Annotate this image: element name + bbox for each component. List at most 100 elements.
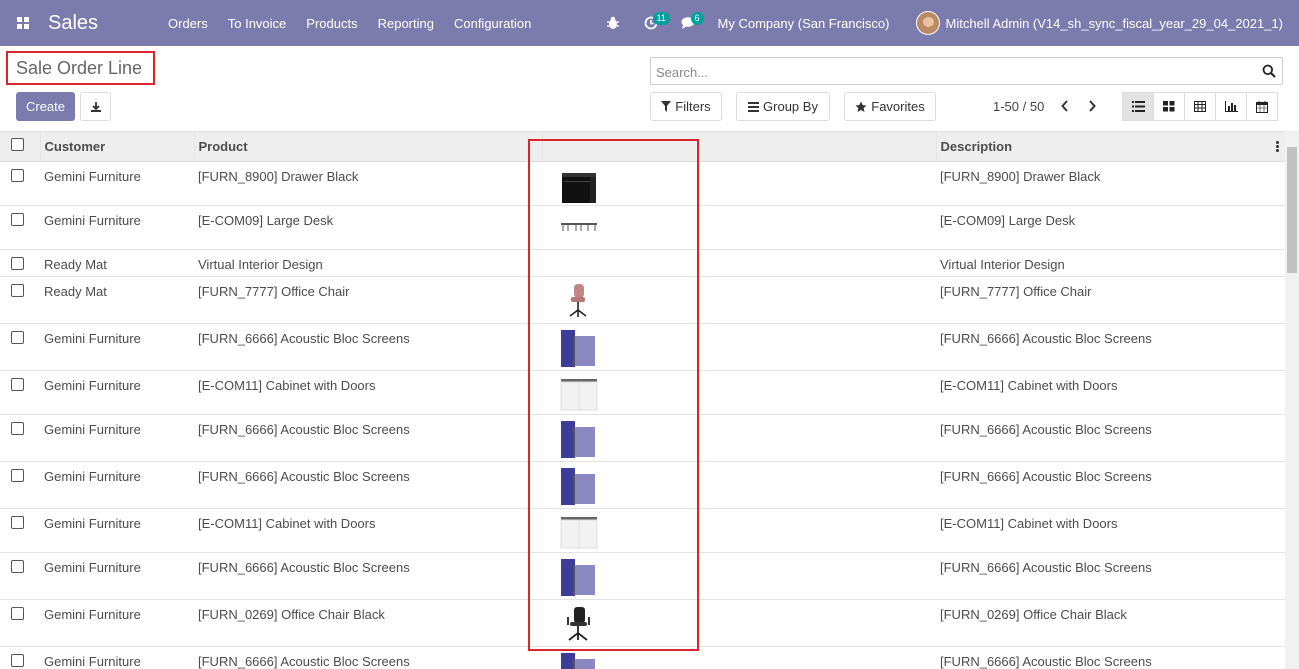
description-cell[interactable]: [E-COM09] Large Desk	[936, 205, 1285, 250]
bug-icon[interactable]	[600, 0, 626, 46]
optional-columns-kebab-icon[interactable]	[1272, 140, 1282, 154]
product-image-cell[interactable]	[542, 370, 936, 415]
description-cell[interactable]: [E-COM11] Cabinet with Doors	[936, 370, 1285, 415]
groupby-button[interactable]: Group By	[736, 92, 830, 121]
description-cell[interactable]: [FURN_8900] Drawer Black	[936, 161, 1285, 206]
row-checkbox[interactable]	[11, 653, 24, 667]
scrollbar-thumb[interactable]	[1287, 147, 1297, 273]
description-cell[interactable]: [E-COM11] Cabinet with Doors	[936, 508, 1285, 553]
product-cell[interactable]: [FURN_6666] Acoustic Bloc Screens	[194, 323, 542, 371]
product-cell[interactable]: [FURN_6666] Acoustic Bloc Screens	[194, 461, 542, 509]
row-checkbox[interactable]	[11, 606, 24, 620]
product-cell[interactable]: Virtual Interior Design	[194, 249, 542, 277]
row-checkbox[interactable]	[11, 468, 24, 482]
row-checkbox[interactable]	[11, 515, 24, 529]
table-row[interactable]: Ready Mat [FURN_7777] Office Chair [FURN_7…	[0, 276, 1285, 324]
row-checkbox[interactable]	[11, 283, 24, 297]
pager-next-icon[interactable]	[1082, 96, 1102, 116]
download-button[interactable]	[80, 92, 111, 121]
description-cell[interactable]: Virtual Interior Design	[936, 249, 1285, 277]
row-checkbox[interactable]	[11, 168, 24, 182]
row-checkbox[interactable]	[11, 559, 24, 573]
row-checkbox[interactable]	[11, 330, 24, 344]
customer-cell[interactable]: Gemini Furniture	[40, 205, 194, 250]
pager-previous-icon[interactable]	[1055, 96, 1075, 116]
pager-value[interactable]: 1-50 / 50	[993, 99, 1044, 114]
select-all-checkbox[interactable]	[11, 138, 24, 152]
product-image-cell[interactable]	[542, 552, 936, 600]
avatar[interactable]	[915, 11, 940, 35]
company-switcher[interactable]: My Company (San Francisco)	[718, 16, 890, 31]
column-header-description[interactable]: Description	[936, 132, 1285, 162]
table-row[interactable]: Gemini Furniture [FURN_6666] Acoustic Blo…	[0, 646, 1285, 669]
search-input[interactable]	[656, 62, 1246, 82]
activity-clock-icon[interactable]: 11	[638, 0, 670, 46]
product-image-cell[interactable]	[542, 205, 936, 250]
menu-products[interactable]: Products	[296, 16, 367, 31]
description-cell[interactable]: [FURN_6666] Acoustic Bloc Screens	[936, 414, 1285, 462]
product-cell[interactable]: [E-COM11] Cabinet with Doors	[194, 370, 542, 415]
table-row[interactable]: Gemini Furniture [FURN_0269] Office Chair…	[0, 599, 1285, 647]
description-cell[interactable]: [FURN_7777] Office Chair	[936, 276, 1285, 324]
product-image-cell[interactable]	[542, 646, 936, 669]
row-checkbox[interactable]	[11, 421, 24, 435]
customer-cell[interactable]: Gemini Furniture	[40, 646, 194, 669]
customer-cell[interactable]: Ready Mat	[40, 276, 194, 324]
row-checkbox[interactable]	[11, 256, 24, 270]
kanban-view-button[interactable]	[1153, 92, 1185, 121]
menu-orders[interactable]: Orders	[158, 16, 218, 31]
column-header-image[interactable]	[542, 132, 937, 162]
table-row[interactable]: Gemini Furniture [FURN_8900] Drawer Black…	[0, 161, 1285, 206]
favorites-button[interactable]: Favorites	[844, 92, 936, 121]
pivot-view-button[interactable]	[1184, 92, 1216, 121]
list-view-button[interactable]	[1122, 92, 1154, 121]
customer-cell[interactable]: Gemini Furniture	[40, 323, 194, 371]
table-row[interactable]: Gemini Furniture [FURN_6666] Acoustic Blo…	[0, 323, 1285, 371]
customer-cell[interactable]: Gemini Furniture	[40, 461, 194, 509]
product-cell[interactable]: [E-COM09] Large Desk	[194, 205, 542, 250]
customer-cell[interactable]: Ready Mat	[40, 249, 194, 277]
product-cell[interactable]: [FURN_0269] Office Chair Black	[194, 599, 542, 647]
search-icon[interactable]	[1262, 64, 1276, 78]
menu-to-invoice[interactable]: To Invoice	[218, 16, 297, 31]
app-title[interactable]: Sales	[48, 12, 158, 35]
filters-button[interactable]: Filters	[650, 92, 722, 121]
column-header-customer[interactable]: Customer	[40, 132, 195, 162]
product-image-cell[interactable]	[542, 461, 936, 509]
product-image-cell[interactable]	[542, 508, 936, 553]
product-cell[interactable]: [FURN_8900] Drawer Black	[194, 161, 542, 206]
product-cell[interactable]: [FURN_6666] Acoustic Bloc Screens	[194, 552, 542, 600]
customer-cell[interactable]: Gemini Furniture	[40, 599, 194, 647]
description-cell[interactable]: [FURN_6666] Acoustic Bloc Screens	[936, 461, 1285, 509]
description-cell[interactable]: [FURN_6666] Acoustic Bloc Screens	[936, 646, 1285, 669]
column-header-product[interactable]: Product	[194, 132, 543, 162]
description-cell[interactable]: [FURN_6666] Acoustic Bloc Screens	[936, 323, 1285, 371]
row-checkbox[interactable]	[11, 377, 24, 391]
create-button[interactable]: Create	[16, 92, 75, 121]
calendar-view-button[interactable]	[1246, 92, 1278, 121]
menu-configuration[interactable]: Configuration	[444, 16, 541, 31]
customer-cell[interactable]: Gemini Furniture	[40, 370, 194, 415]
graph-view-button[interactable]	[1215, 92, 1247, 121]
product-image-cell[interactable]	[542, 414, 936, 462]
menu-reporting[interactable]: Reporting	[368, 16, 444, 31]
product-cell[interactable]: [FURN_7777] Office Chair	[194, 276, 542, 324]
row-checkbox[interactable]	[11, 212, 24, 226]
product-image-cell[interactable]	[542, 161, 936, 206]
messages-icon[interactable]: 6	[676, 0, 704, 46]
product-cell[interactable]: [E-COM11] Cabinet with Doors	[194, 508, 542, 553]
product-image-cell[interactable]	[542, 599, 936, 647]
description-cell[interactable]: [FURN_0269] Office Chair Black	[936, 599, 1285, 647]
product-image-cell[interactable]	[542, 323, 936, 371]
customer-cell[interactable]: Gemini Furniture	[40, 552, 194, 600]
customer-cell[interactable]: Gemini Furniture	[40, 508, 194, 553]
table-row[interactable]: Ready Mat Virtual Interior Design Virtual …	[0, 249, 1285, 277]
vertical-scrollbar[interactable]	[1285, 131, 1299, 669]
table-row[interactable]: Gemini Furniture [FURN_6666] Acoustic Blo…	[0, 414, 1285, 462]
description-cell[interactable]: [FURN_6666] Acoustic Bloc Screens	[936, 552, 1285, 600]
customer-cell[interactable]: Gemini Furniture	[40, 161, 194, 206]
table-row[interactable]: Gemini Furniture [E-COM09] Large Desk [E-C…	[0, 205, 1285, 250]
product-cell[interactable]: [FURN_6666] Acoustic Bloc Screens	[194, 646, 542, 669]
product-image-cell[interactable]	[542, 249, 936, 277]
table-row[interactable]: Gemini Furniture [E-COM11] Cabinet with D…	[0, 370, 1285, 415]
